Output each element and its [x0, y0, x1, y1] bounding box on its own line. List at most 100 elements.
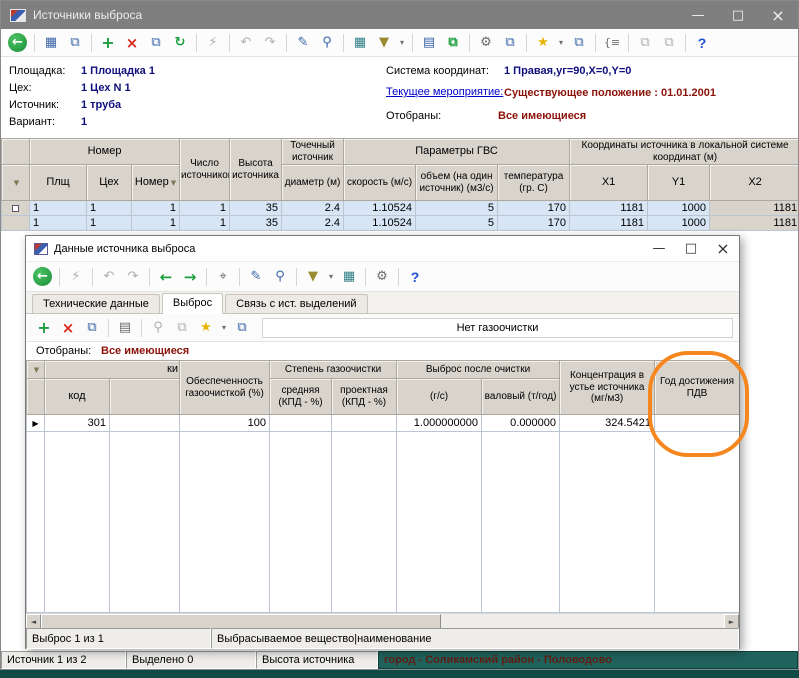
table-row[interactable]: 1 1 1 1 35 2.4 1.10524 5 170 1181 1000 1… [2, 216, 799, 231]
cell-diameter[interactable]: 2.4 [282, 216, 344, 231]
scrollbar-track[interactable] [41, 614, 724, 628]
filter-dropdown-caret[interactable]: ▾ [397, 32, 407, 54]
redo-button[interactable]: ↷ [259, 32, 281, 54]
dialog-recalc-button[interactable]: ⚡ [65, 266, 87, 288]
cell-provision[interactable]: 100 [180, 415, 270, 432]
col-header-avg-kpd[interactable]: средняя (КПД - %) [270, 379, 332, 415]
cell-nomer[interactable]: 1 [132, 201, 180, 216]
dialog-search-button[interactable]: ⚲ [147, 317, 169, 339]
doc-button[interactable]: ⧉ [499, 32, 521, 54]
dialog-filter-button[interactable]: ▼ [302, 266, 324, 288]
col-group-coords[interactable]: Координаты источника в локальной системе… [570, 139, 798, 165]
tools-button[interactable]: ⚙ [475, 32, 497, 54]
recalc-button[interactable]: ⚡ [202, 32, 224, 54]
tab-link-to-sources[interactable]: Связь с ист. выделений [225, 294, 367, 313]
cell-count[interactable]: 1 [180, 216, 230, 231]
cell-design-kpd[interactable] [332, 415, 397, 432]
filter-button[interactable]: ▼ [373, 32, 395, 54]
cell-count[interactable]: 1 [180, 201, 230, 216]
col-header-plsh[interactable]: Плщ [30, 165, 87, 201]
dialog-close-button[interactable]: × [707, 236, 739, 261]
back-button[interactable]: ← [8, 33, 27, 52]
copy-special-button[interactable]: ⧉ [568, 32, 590, 54]
cell-ceh[interactable]: 1 [87, 216, 132, 231]
cell-temp[interactable]: 170 [498, 201, 570, 216]
dialog-find-button[interactable]: ⚲ [269, 266, 291, 288]
table-view-button[interactable]: ▤ [418, 32, 440, 54]
cell-y1[interactable]: 1000 [648, 216, 710, 231]
col-group-point-source[interactable]: Точечный источник [282, 139, 344, 165]
cell-diameter[interactable]: 2.4 [282, 201, 344, 216]
scrollbar-thumb[interactable] [41, 614, 441, 629]
exchange-button[interactable]: ⧉ [442, 32, 464, 54]
col-group-after-cleaning[interactable]: Выброс после очистки [397, 361, 560, 379]
col-header-height[interactable]: Высота источника [230, 139, 282, 201]
cell-blank[interactable] [110, 415, 180, 432]
cell-ceh[interactable]: 1 [87, 201, 132, 216]
col-header-ceh[interactable]: Цех [87, 165, 132, 201]
grid-corner-cell[interactable] [2, 139, 30, 165]
col-header-volume[interactable]: объем (на один источник) (м3/с) [416, 165, 498, 201]
find-button[interactable]: ⚲ [316, 32, 338, 54]
dialog-help-button[interactable]: ? [404, 266, 426, 288]
next-record-button[interactable]: → [179, 266, 201, 288]
col-header-nomer[interactable]: Номер▼ [132, 165, 180, 201]
col-header-blank[interactable] [110, 379, 180, 415]
select-columns-button[interactable]: ▦ [349, 32, 371, 54]
cell-gross[interactable]: 0.000000 [482, 415, 560, 432]
cell-avg-kpd[interactable] [270, 415, 332, 432]
cell-year-pdv[interactable] [655, 415, 739, 432]
col-header-x1[interactable]: X1 [570, 165, 648, 201]
tab-technical-data[interactable]: Технические данные [32, 294, 160, 313]
favorites-dropdown-caret[interactable]: ▾ [556, 32, 566, 54]
col-header-year-pdv[interactable]: Год достижения ПДВ [655, 361, 739, 415]
cell-plsh[interactable]: 1 [30, 216, 87, 231]
edit-record-button[interactable]: ✎ [292, 32, 314, 54]
copy-disabled-button[interactable]: ⧉ [634, 32, 656, 54]
col-header-diameter[interactable]: диаметр (м) [282, 165, 344, 201]
pin-button[interactable]: ⌖ [212, 266, 234, 288]
grid-filter-cell[interactable] [27, 379, 45, 415]
row-indicator-cell[interactable] [2, 201, 30, 216]
refresh-button[interactable]: ↻ [169, 32, 191, 54]
report-button[interactable]: ▦ [40, 32, 62, 54]
help-button[interactable]: ? [691, 32, 713, 54]
cell-y1[interactable]: 1000 [648, 201, 710, 216]
tab-emission[interactable]: Выброс [162, 293, 223, 314]
prev-record-button[interactable]: ← [155, 266, 177, 288]
col-header-gross[interactable]: валовый (т/год) [482, 379, 560, 415]
dialog-undo-button[interactable]: ↶ [98, 266, 120, 288]
dialog-favorites-caret[interactable]: ▾ [219, 317, 229, 339]
dialog-view-button[interactable]: ▤ [114, 317, 136, 339]
cell-x2[interactable]: 1181 [710, 201, 798, 216]
col-group-gvs[interactable]: Параметры ГВС [344, 139, 570, 165]
row-indicator-cell[interactable] [2, 216, 30, 231]
col-header-speed[interactable]: скорость (м/с) [344, 165, 416, 201]
col-group-degree[interactable]: Степень газоочистки [270, 361, 397, 379]
copy-page-button[interactable]: ⧉ [64, 32, 86, 54]
col-header-concentration[interactable]: Концентрация в устье источника (мг/м3) [560, 361, 655, 415]
scroll-right-button[interactable]: ► [724, 614, 739, 629]
grid-filter-cell[interactable]: ▼ [2, 165, 30, 201]
cell-x2[interactable]: 1181 [710, 216, 798, 231]
duplicate-button[interactable]: ⧉ [145, 32, 167, 54]
cell-x1[interactable]: 1181 [570, 201, 648, 216]
maximize-button[interactable]: □ [718, 1, 758, 29]
dialog-maximize-button[interactable]: □ [675, 236, 707, 261]
col-header-code[interactable]: код [45, 379, 110, 415]
scroll-left-button[interactable]: ◄ [26, 614, 41, 629]
cell-code[interactable]: 301 [45, 415, 110, 432]
col-header-design-kpd[interactable]: проектная (КПД - %) [332, 379, 397, 415]
col-header-y1[interactable]: Y1 [648, 165, 710, 201]
cell-concentration[interactable]: 324.5421 [560, 415, 655, 432]
dialog-copy-button[interactable]: ⧉ [81, 317, 103, 339]
dialog-add-button[interactable]: + [33, 317, 55, 339]
col-header-gs[interactable]: (г/с) [397, 379, 482, 415]
cell-temp[interactable]: 170 [498, 216, 570, 231]
col-header-x2[interactable]: X2 [710, 165, 798, 201]
current-event-link[interactable]: Текущее мероприятие: [386, 86, 504, 99]
cell-speed[interactable]: 1.10524 [344, 216, 416, 231]
cell-nomer[interactable]: 1 [132, 216, 180, 231]
col-header-temp[interactable]: температура (гр. С) [498, 165, 570, 201]
dialog-favorites-button[interactable]: ★ [195, 317, 217, 339]
